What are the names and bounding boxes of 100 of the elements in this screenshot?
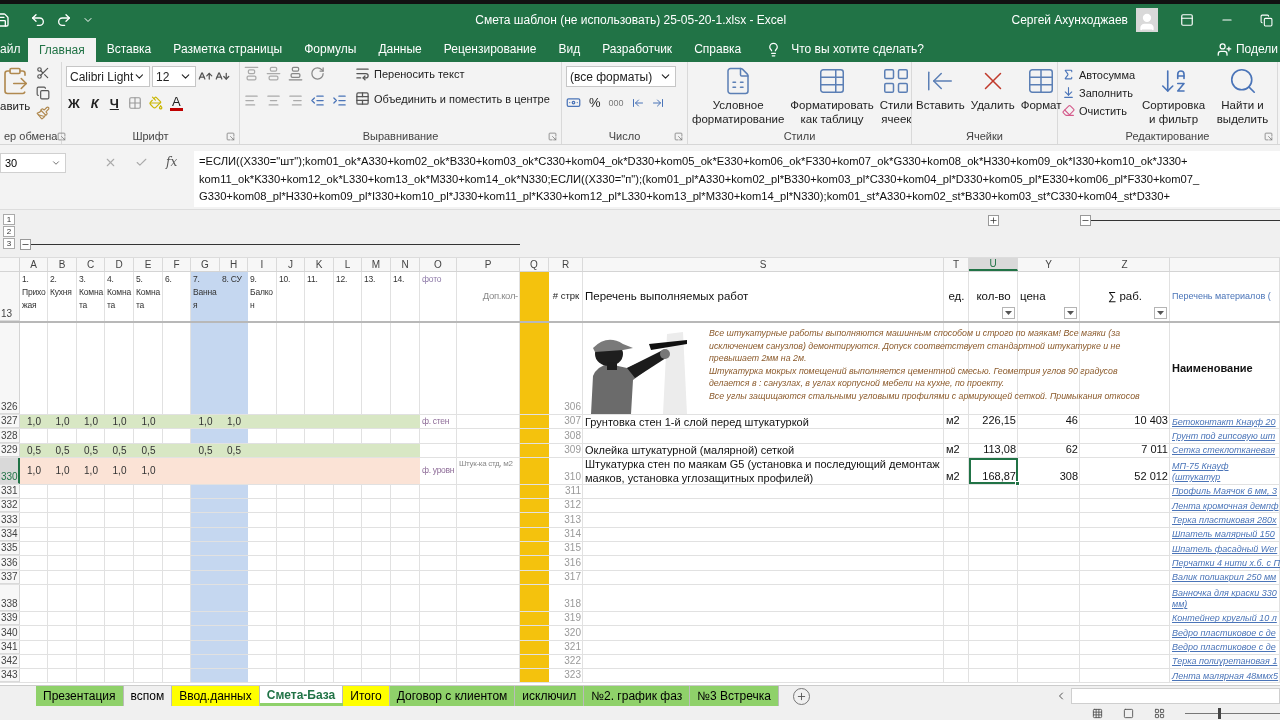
- indent-increase-icon[interactable]: [332, 93, 347, 108]
- sheet-tab[interactable]: Итого: [343, 686, 390, 706]
- row-number[interactable]: 328: [0, 429, 20, 443]
- insert-function-button[interactable]: fx: [166, 155, 178, 169]
- autosum-button[interactable]: Автосумма: [1062, 68, 1136, 81]
- row-number[interactable]: 339: [0, 611, 20, 626]
- decimal-increase-icon[interactable]: [631, 96, 644, 109]
- page-break-icon[interactable]: [1154, 707, 1165, 719]
- row-number[interactable]: 340: [0, 626, 20, 640]
- fill-handle[interactable]: [1015, 480, 1020, 486]
- italic-button[interactable]: К: [88, 95, 101, 111]
- merge-center-button[interactable]: Объединить и поместить в центре: [355, 91, 550, 106]
- row-number[interactable]: 342: [0, 654, 20, 669]
- row-number[interactable]: 327: [0, 415, 20, 429]
- row-number[interactable]: 331: [0, 484, 20, 499]
- link-cell[interactable]: МП-75 Кнауф (штукатур: [1170, 457, 1280, 484]
- sheet-tab[interactable]: Ввод.данных: [172, 686, 260, 706]
- dialog-launcher-icon[interactable]: [548, 131, 557, 141]
- row-number[interactable]: 326: [0, 323, 20, 414]
- row-number[interactable]: 337: [0, 570, 20, 584]
- expand-button[interactable]: [988, 214, 999, 226]
- currency-icon[interactable]: [566, 95, 581, 110]
- link-cell[interactable]: Сетка стеклотканевая: [1170, 443, 1280, 457]
- ribbon-button[interactable]: Вставить: [916, 66, 965, 128]
- row-number[interactable]: 338: [0, 584, 20, 611]
- row-number[interactable]: 329: [0, 443, 20, 457]
- restore-icon[interactable]: [1260, 13, 1273, 27]
- zoom-thumb[interactable]: [1218, 707, 1222, 719]
- orientation-icon[interactable]: [310, 66, 325, 81]
- collapse-button[interactable]: [20, 238, 31, 250]
- row-number[interactable]: 332: [0, 499, 20, 513]
- format-painter-icon[interactable]: [36, 106, 51, 120]
- dialog-launcher-icon[interactable]: [1264, 131, 1273, 141]
- filter-button[interactable]: [1002, 307, 1015, 319]
- column-header[interactable]: P: [457, 258, 520, 271]
- sheet-tab[interactable]: №3 Встречка: [690, 686, 779, 706]
- decimal-decrease-icon[interactable]: [651, 96, 664, 109]
- link-cell[interactable]: Ведро пластиковое с де: [1170, 626, 1280, 640]
- column-header[interactable]: H: [220, 258, 248, 271]
- link-cell[interactable]: Шпатель малярный 150: [1170, 527, 1280, 542]
- row-number[interactable]: 333: [0, 513, 20, 527]
- row-number[interactable]: 334: [0, 527, 20, 542]
- row-number[interactable]: 330: [0, 457, 20, 484]
- fill-color-icon[interactable]: [148, 96, 163, 110]
- font-color-button[interactable]: A: [169, 95, 183, 111]
- clear-button[interactable]: Очистить: [1062, 104, 1127, 117]
- column-header[interactable]: L: [334, 258, 362, 271]
- column-header[interactable]: U: [969, 258, 1018, 271]
- column-header[interactable]: K: [305, 258, 334, 271]
- dialog-launcher-icon[interactable]: [57, 131, 67, 141]
- column-header[interactable]: N: [391, 258, 420, 271]
- outline-level-button[interactable]: 1: [3, 214, 15, 225]
- ribbon-tab[interactable]: Главная: [28, 38, 96, 62]
- fill-button[interactable]: Заполнить: [1062, 86, 1133, 99]
- wrap-text-button[interactable]: Переносить текст: [355, 66, 465, 81]
- share-button[interactable]: Подели: [1235, 42, 1278, 56]
- column-header[interactable]: B: [48, 258, 77, 271]
- link-cell[interactable]: Перчатки 4 нити х.б. с П: [1170, 556, 1280, 570]
- row-number[interactable]: 13: [0, 272, 20, 321]
- filter-button[interactable]: [1064, 307, 1077, 319]
- ribbon-tab[interactable]: Данные: [367, 36, 433, 62]
- redo-icon[interactable]: [56, 12, 72, 28]
- link-cell[interactable]: Шпатель фасадный Wer: [1170, 542, 1280, 556]
- borders-icon[interactable]: [127, 96, 142, 110]
- dialog-launcher-icon[interactable]: [226, 131, 235, 141]
- ribbon-tab[interactable]: Формулы: [293, 36, 368, 62]
- font-select[interactable]: Calibri Light: [66, 66, 150, 87]
- sheet-tab[interactable]: Договор с клиентом: [389, 686, 516, 706]
- link-cell[interactable]: Профиль Маячок 6 мм, 3: [1170, 484, 1280, 499]
- zoom-slider[interactable]: [1185, 707, 1280, 719]
- ribbon-button[interactable]: Стили ячеек: [879, 66, 913, 128]
- bold-button[interactable]: Ж: [66, 95, 82, 111]
- percent-button[interactable]: %: [589, 95, 601, 110]
- normal-view-icon[interactable]: [1092, 707, 1103, 719]
- number-format-select[interactable]: (все форматы): [566, 66, 676, 87]
- sheet-tab[interactable]: исключил: [515, 686, 585, 706]
- row-number[interactable]: 343: [0, 669, 20, 683]
- sheet-tab[interactable]: №2. график фаз: [584, 686, 691, 706]
- share-icon[interactable]: [1216, 41, 1232, 57]
- indent-decrease-icon[interactable]: [310, 93, 325, 108]
- row-number[interactable]: 341: [0, 640, 20, 654]
- link-cell[interactable]: Лента кромочная демпф: [1170, 499, 1280, 513]
- ribbon-button[interactable]: Удалить: [970, 66, 1015, 128]
- link-cell[interactable]: Терка пластиковая 280х: [1170, 513, 1280, 527]
- link-cell[interactable]: Терка полиуретановая 1: [1170, 654, 1280, 669]
- row-number[interactable]: 336: [0, 556, 20, 570]
- paste-button[interactable]: авить: [0, 100, 31, 112]
- collapse-button[interactable]: [1080, 214, 1091, 226]
- column-header[interactable]: A: [20, 258, 48, 271]
- filter-button[interactable]: [1154, 307, 1167, 319]
- ribbon-display-icon[interactable]: [1180, 13, 1194, 27]
- formula-field[interactable]: =ЕСЛИ((X330="шт");kom01_ok*A330+kom02_ok*B330+kom03_ok*C330+kom04_ok*D330+kom05_ok*E330+kom06_ok*F330+kom07_ok*G330+kom08_ok*H330+kom09_ok*I330+kom10_ok*J330+ kom11_ok*K330+kom12_ok*L330+kom13_ok*M330+kom14_ok*N330;ЕСЛИ((X330="п");(kom01_pl*A330+kom02_pl*B330+kom03_pl*C330+kom04_pl*D330+kom05_pl*E330+kom06_pl*F330+kom07_ G330+kom08_pl*H330+kom09_pl*I330+kom10_pl*J330+kom11_pl*K330+kom12_pl*L330+kom13_pl*M330+kom14_pl*N330);kom01_st*A330+kom02_st*B330+kom03_st*C330+kom04_st*D330+: [194, 151, 1280, 207]
- cut-icon[interactable]: [36, 66, 51, 80]
- name-box[interactable]: 30: [0, 153, 66, 173]
- column-header[interactable]: D: [105, 258, 134, 271]
- ribbon-button[interactable]: Условное форматирование: [692, 66, 785, 128]
- column-header[interactable]: I: [248, 258, 277, 271]
- copy-icon[interactable]: [36, 86, 51, 100]
- link-cell[interactable]: Грунт под гипсовую шт: [1170, 429, 1280, 443]
- column-header[interactable]: C: [77, 258, 105, 271]
